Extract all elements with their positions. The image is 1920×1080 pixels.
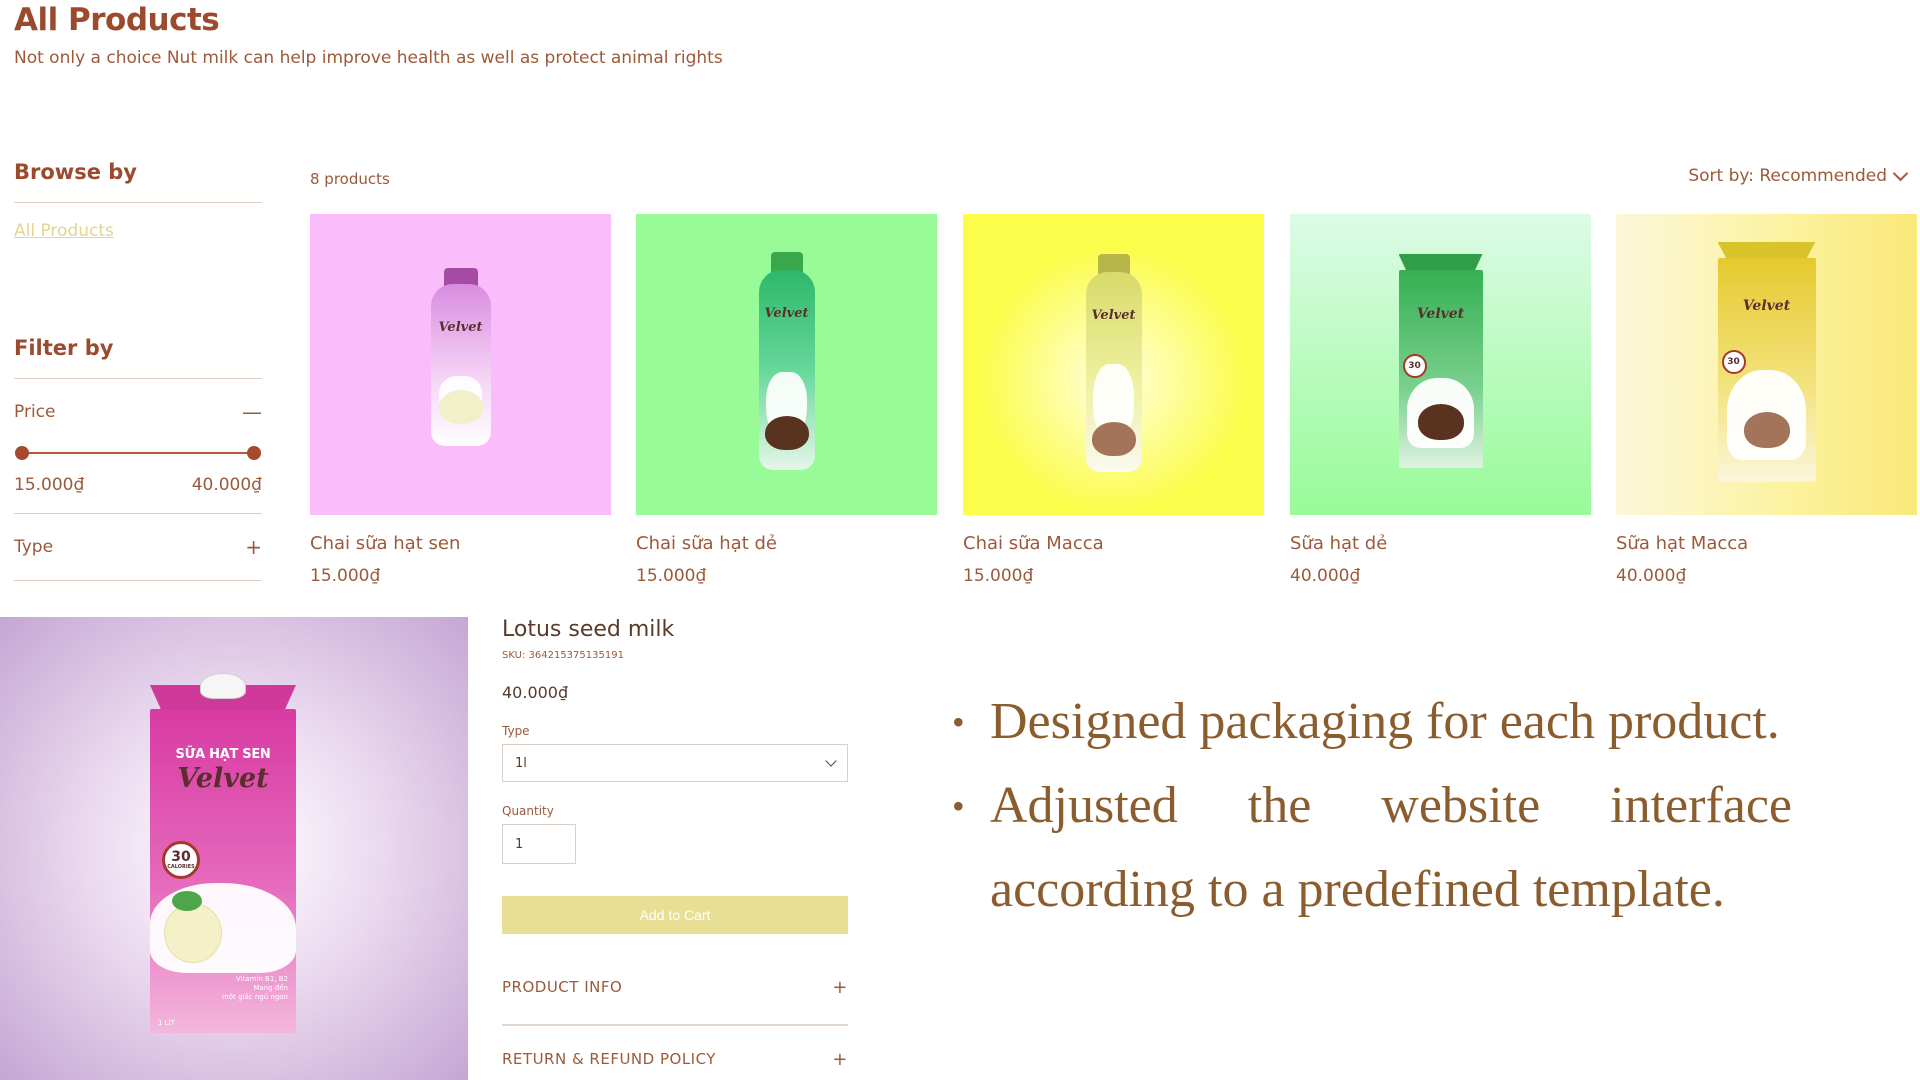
sort-label: Sort by: Recommended	[1688, 166, 1887, 186]
plus-icon[interactable]: +	[832, 977, 848, 998]
price-range-values: 15.000₫ 40.000₫	[14, 475, 262, 495]
price-max-value: 40.000₫	[191, 475, 262, 495]
type-facet-toggle[interactable]: Type +	[14, 532, 262, 562]
type-select[interactable]: 1l	[502, 744, 848, 782]
quantity-value: 1	[515, 836, 524, 852]
page-subtitle: Not only a choice Nut milk can help impr…	[14, 48, 723, 68]
plus-icon[interactable]: +	[245, 535, 262, 559]
bullet-item: Adjusted the website interface according…	[952, 764, 1792, 932]
bullet-item: Designed packaging for each product.	[952, 680, 1792, 764]
slider-min-handle[interactable]	[15, 446, 29, 460]
bottle-illustration: Velvet	[758, 252, 815, 470]
minus-icon[interactable]: —	[242, 400, 262, 424]
product-name[interactable]: Chai sữa hạt dẻ	[636, 533, 937, 554]
carton-cap	[200, 673, 246, 699]
product-price: 15.000₫	[310, 566, 381, 586]
plus-icon[interactable]: +	[832, 1049, 848, 1070]
bottle-illustration: Velvet	[1085, 254, 1142, 472]
product-sku: SKU: 364215375135191	[502, 650, 624, 661]
product-detail-image: SỮA HẠT SEN Velvet 30 CALORIES Vitamin B…	[0, 617, 468, 1080]
vitamin-text: Vitamin B1, B2 Mang đến một giấc ngủ ngo…	[222, 975, 288, 1001]
type-selected-value: 1l	[515, 755, 527, 771]
return-policy-toggle[interactable]: RETURN & REFUND POLICY +	[502, 1044, 848, 1074]
carton-product-name: SỮA HẠT SEN	[175, 747, 271, 762]
carton-brand-logo: Velvet	[177, 763, 269, 794]
price-facet-label: Price	[14, 402, 56, 422]
return-policy-label: RETURN & REFUND POLICY	[502, 1050, 716, 1068]
divider	[14, 202, 262, 203]
calorie-count: 30	[171, 849, 191, 865]
quantity-input[interactable]: 1	[502, 824, 576, 864]
browse-section: Browse by All Products	[14, 160, 262, 241]
product-name[interactable]: Sữa hạt dẻ	[1290, 533, 1591, 554]
product-count: 8 products	[310, 170, 390, 188]
filter-section: Filter by Price — 15.000₫ 40.000₫ Type +	[14, 336, 262, 581]
filter-heading: Filter by	[14, 336, 114, 360]
price-min-value: 15.000₫	[14, 475, 85, 495]
product-info-toggle[interactable]: PRODUCT INFO +	[502, 972, 848, 1002]
product-card[interactable]: Velvet 30 Sữa hạt Macca 40.000₫	[1616, 214, 1917, 586]
product-image[interactable]: Velvet	[636, 214, 937, 515]
product-price: 15.000₫	[963, 566, 1034, 586]
product-price: 40.000₫	[1616, 566, 1687, 586]
divider	[14, 580, 262, 581]
carton-illustration: Velvet 30	[1398, 254, 1483, 468]
browse-heading: Browse by	[14, 160, 137, 184]
product-card[interactable]: Velvet Chai sữa hạt sen 15.000₫	[310, 214, 611, 586]
product-image[interactable]: Velvet 30	[1616, 214, 1917, 515]
product-price: 40.000₫	[502, 683, 569, 702]
info-accordion: PRODUCT INFO + RETURN & REFUND POLICY +	[502, 972, 848, 1074]
product-image[interactable]: Velvet 30	[1290, 214, 1591, 515]
product-price: 15.000₫	[636, 566, 707, 586]
divider	[502, 1024, 848, 1026]
calorie-badge: 30 CALORIES	[162, 841, 200, 879]
sort-dropdown[interactable]: Sort by: Recommended	[1688, 165, 1909, 186]
bottle-illustration: Velvet	[430, 268, 491, 446]
price-range-slider[interactable]	[14, 443, 262, 463]
slide-bullet-list: Designed packaging for each product. Adj…	[952, 680, 1792, 932]
slider-track	[22, 452, 254, 454]
product-card[interactable]: Velvet Chai sữa hạt dẻ 15.000₫	[636, 214, 937, 586]
calorie-unit: CALORIES	[167, 864, 195, 870]
lotus-milk-carton-illustration: SỮA HẠT SEN Velvet 30 CALORIES Vitamin B…	[150, 673, 296, 1033]
product-grid: Velvet Chai sữa hạt sen 15.000₫ Velvet C…	[310, 214, 1920, 604]
mascot-icon	[164, 903, 222, 963]
divider	[14, 378, 262, 379]
product-name[interactable]: Sữa hạt Macca	[1616, 533, 1917, 554]
product-price: 40.000₫	[1290, 566, 1361, 586]
product-image[interactable]: Velvet	[963, 214, 1264, 515]
product-card[interactable]: Velvet Chai sữa Macca 15.000₫	[963, 214, 1264, 586]
carton-size: 1 LÍT	[158, 1019, 175, 1027]
price-facet-toggle[interactable]: Price —	[14, 397, 262, 427]
type-label: Type	[502, 724, 530, 738]
product-image[interactable]: Velvet	[310, 214, 611, 515]
product-name[interactable]: Chai sữa hạt sen	[310, 533, 611, 554]
product-title: Lotus seed milk	[502, 617, 675, 642]
type-facet-label: Type	[14, 537, 54, 557]
quantity-label: Quantity	[502, 804, 554, 818]
leaf-icon	[172, 891, 202, 911]
product-name[interactable]: Chai sữa Macca	[963, 533, 1264, 554]
product-info-label: PRODUCT INFO	[502, 978, 623, 996]
chevron-down-icon	[1892, 165, 1909, 181]
add-to-cart-button[interactable]: Add to Cart	[502, 896, 848, 934]
slider-max-handle[interactable]	[247, 446, 261, 460]
product-detail-panel: Lotus seed milk SKU: 364215375135191 40.…	[502, 617, 848, 1074]
carton-illustration: Velvet 30	[1717, 242, 1816, 482]
divider	[14, 513, 262, 514]
page-title: All Products	[14, 2, 220, 38]
chevron-down-icon	[825, 755, 837, 767]
all-products-link[interactable]: All Products	[14, 221, 114, 241]
product-card[interactable]: Velvet 30 Sữa hạt dẻ 40.000₫	[1290, 214, 1591, 586]
